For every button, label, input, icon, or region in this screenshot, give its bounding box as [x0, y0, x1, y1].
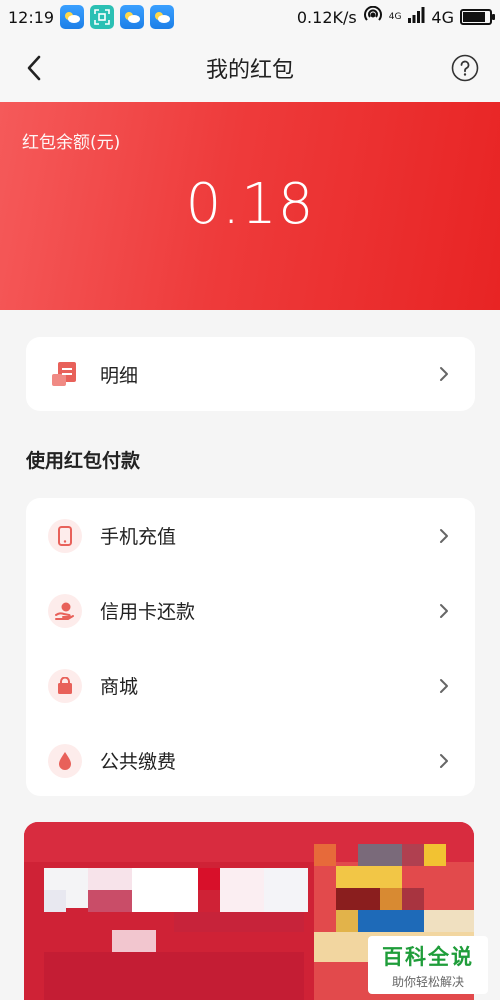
shopping-bag-icon — [48, 668, 82, 703]
weather-app-icon — [60, 5, 85, 29]
question-icon — [451, 54, 479, 82]
promo-pixel — [336, 888, 380, 910]
watermark-title: 百科全说 — [382, 944, 474, 969]
back-button[interactable] — [18, 52, 50, 84]
promo-pixel — [424, 910, 474, 932]
promo-pixel — [174, 912, 304, 932]
promo-pixel — [44, 952, 304, 1000]
promo-pixel — [88, 868, 132, 890]
promo-pixel — [112, 930, 156, 952]
network-type: 4G — [431, 7, 454, 27]
detail-card[interactable]: 明细 — [26, 337, 475, 411]
pay-option-label: 公共缴费 — [100, 751, 177, 773]
promo-pixel — [380, 888, 402, 910]
pay-option-utilities[interactable]: 公共缴费 — [26, 723, 475, 798]
help-button[interactable] — [450, 53, 480, 83]
promo-pixel — [88, 890, 132, 912]
pay-section-title: 使用红包付款 — [26, 450, 141, 472]
scan-app-icon — [90, 5, 115, 29]
weather-app-icon-3 — [150, 5, 175, 29]
chevron-right-icon — [435, 677, 453, 695]
promo-pixel — [314, 844, 336, 866]
detail-label: 明细 — [100, 364, 139, 387]
promo-pixel — [424, 844, 446, 866]
pay-option-label: 商城 — [100, 676, 139, 698]
hotspot-icon — [363, 5, 383, 28]
status-bar: 12:19 0.12K/s 4G 4G — [0, 0, 500, 34]
receipt-icon — [48, 357, 82, 391]
pay-option-mall[interactable]: 商城 — [26, 648, 475, 723]
phone-icon — [48, 518, 82, 553]
signal-small-label: 4G — [388, 11, 402, 22]
network-speed: 0.12K/s — [296, 7, 357, 27]
watermark-subtitle: 助你轻松解决 — [391, 974, 464, 989]
pay-options-card: 手机充值 信用卡还款 商城 公共缴费 — [26, 498, 475, 796]
pay-option-label: 信用卡还款 — [100, 601, 196, 623]
promo-pixel — [336, 866, 402, 888]
credit-card-repay-icon — [48, 593, 82, 628]
status-time: 12:19 — [8, 7, 55, 27]
pay-option-label: 手机充值 — [100, 526, 177, 548]
water-drop-icon — [48, 743, 82, 778]
page-title: 我的红包 — [205, 58, 294, 83]
promo-pixel — [358, 910, 424, 932]
balance-amount: 0.18 — [185, 172, 315, 237]
chevron-right-icon — [435, 527, 453, 545]
detail-row[interactable]: 明细 — [26, 337, 475, 411]
promo-pixel — [402, 844, 424, 866]
chevron-right-icon — [435, 602, 453, 620]
signal-icon — [407, 7, 425, 27]
promo-pixel — [132, 868, 198, 912]
battery-icon — [460, 9, 495, 25]
balance-label: 红包余额(元) — [22, 133, 121, 153]
nav-bar: 我的红包 — [0, 34, 500, 102]
watermark-logo: 百科全说 助你轻松解决 — [368, 936, 488, 994]
promo-pixel — [402, 888, 424, 910]
chevron-right-icon — [435, 365, 453, 383]
pay-option-phone-recharge[interactable]: 手机充值 — [26, 498, 475, 573]
balance-banner: 红包余额(元) 0.18 — [0, 102, 500, 310]
promo-pixel — [358, 844, 402, 866]
promo-pixel — [44, 890, 66, 912]
battery-fill — [463, 12, 486, 22]
chevron-left-icon — [27, 55, 41, 81]
weather-app-icon-2 — [120, 5, 145, 29]
promo-pixel — [198, 868, 220, 890]
pay-option-credit-card[interactable]: 信用卡还款 — [26, 573, 475, 648]
chevron-right-icon — [435, 752, 453, 770]
promo-pixel — [336, 910, 358, 932]
promo-pixel — [220, 868, 264, 912]
promo-pixel — [264, 868, 308, 912]
